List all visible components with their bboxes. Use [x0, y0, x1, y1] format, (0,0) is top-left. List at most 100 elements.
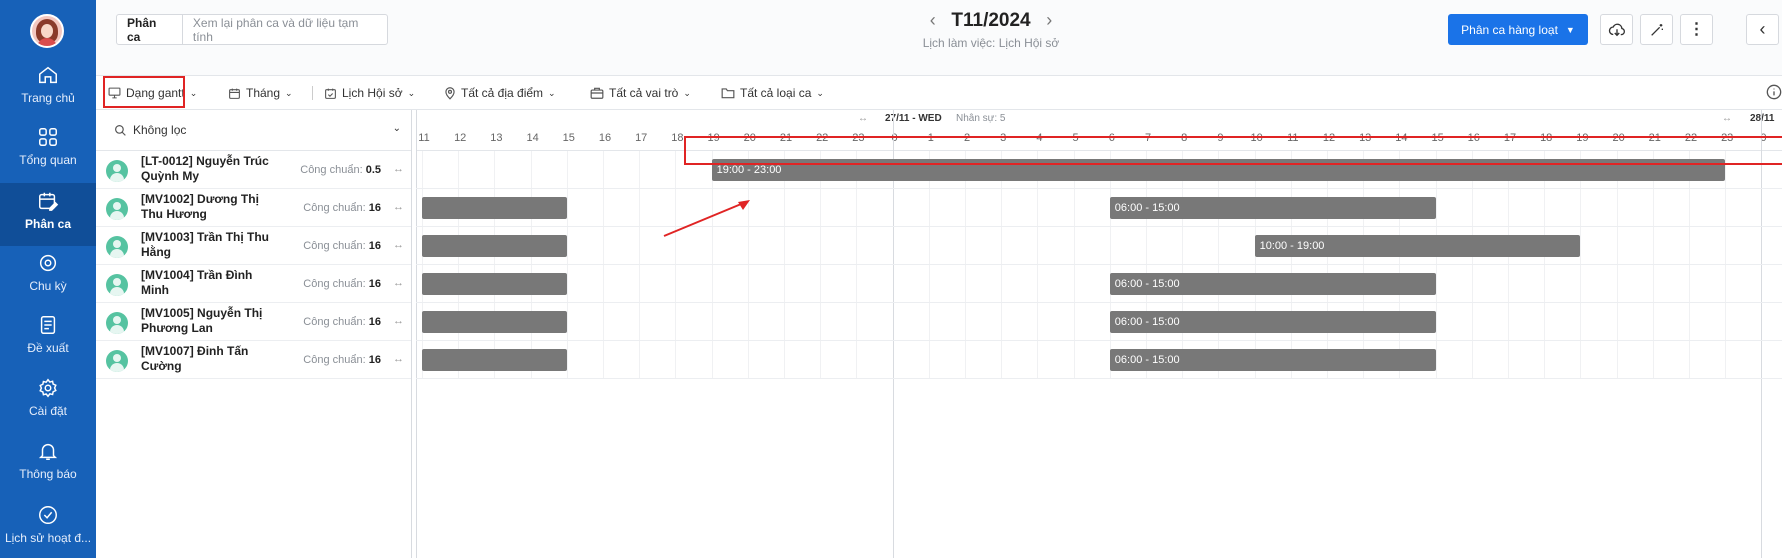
standard-value: 0.5	[365, 164, 381, 176]
prev-period-button[interactable]: ‹	[918, 10, 948, 31]
role-label: Tất cả vai trò	[609, 86, 679, 100]
standard-value: 16	[368, 278, 381, 290]
nav-item-overview[interactable]: Tổng quan	[0, 126, 96, 182]
standard-label: Công chuẩn:	[303, 278, 366, 290]
expand-day-arrows-icon[interactable]: ↔	[858, 113, 868, 124]
employee-row[interactable]: [MV1003] Trần Thị Thu Hằng Công chuẩn: 16…	[96, 227, 411, 265]
shift-bar[interactable]	[422, 311, 567, 333]
employee-name: [MV1005] Nguyễn Thị Phương Lan	[141, 306, 263, 335]
employee-name: [LT-0012] Nguyễn Trúc Quỳnh My	[141, 154, 269, 183]
standard-workdays: Công chuẩn: 16	[303, 354, 381, 366]
expand-arrows-icon[interactable]: ↔	[393, 353, 404, 365]
standard-workdays: Công chuẩn: 16	[303, 240, 381, 252]
standard-label: Công chuẩn:	[303, 316, 366, 328]
chevron-down-icon: ⌄	[548, 87, 556, 98]
shift-bar[interactable]: 06:00 - 15:00	[1109, 273, 1436, 295]
gantt-day-header: ↔ 27/11 - WED Nhân sự: 5 ↔ 28/11	[416, 110, 1782, 128]
expand-day-arrows-icon[interactable]: ↔	[1722, 113, 1732, 124]
expand-arrows-icon[interactable]: ↔	[393, 201, 404, 213]
standard-value: 16	[368, 316, 381, 328]
info-button[interactable]	[1766, 84, 1782, 103]
standard-value: 16	[368, 354, 381, 366]
bulk-shift-button[interactable]: Phân ca hàng loạt ▼	[1448, 14, 1588, 45]
bulk-shift-label: Phân ca hàng loạt	[1461, 22, 1558, 37]
cloud-download-button[interactable]	[1600, 14, 1633, 45]
shift-bar[interactable]	[422, 273, 567, 295]
period-dropdown[interactable]: Tháng ⌄	[228, 82, 293, 104]
page-tab-box: Phân ca Xem lại phân ca và dữ liệu tạm t…	[116, 14, 388, 45]
chevron-down-icon: ⌄	[407, 87, 416, 98]
shift-bar[interactable]	[422, 235, 567, 257]
hour-tick-label: 13	[490, 132, 503, 144]
shift-type-dropdown[interactable]: Tất cả loại ca ⌄	[721, 82, 824, 104]
nav-label: Đề xuất	[27, 341, 69, 355]
bell-icon	[38, 443, 58, 460]
nav-item-settings[interactable]: Cài đặt	[0, 377, 96, 433]
location-label: Tất cả địa điểm	[461, 86, 544, 100]
nav-item-cycle[interactable]: Chu kỳ	[0, 252, 96, 308]
hour-tick-label: 11	[418, 132, 430, 144]
expand-arrows-icon[interactable]: ↔	[393, 315, 404, 327]
gantt-row	[416, 341, 1782, 379]
hour-tick-label: 14	[526, 132, 539, 144]
next-period-button[interactable]: ›	[1034, 10, 1064, 31]
collapse-panel-button[interactable]: ‹	[1746, 14, 1779, 45]
nav-label: Lịch sử hoạt đ...	[4, 531, 92, 545]
nav-item-shifts[interactable]: Phân ca	[0, 183, 96, 246]
shift-bar[interactable]: 06:00 - 15:00	[1109, 349, 1436, 371]
shift-bar[interactable]	[422, 349, 567, 371]
sidebar: Trang chủ Tổng quan Phân ca Chu kỳ Đề xu…	[0, 0, 96, 558]
nav-item-proposal[interactable]: Đề xuất	[0, 314, 96, 370]
hour-tick-label: 15	[562, 132, 575, 144]
standard-label: Công chuẩn:	[303, 202, 366, 214]
chevron-down-icon: ⌄	[683, 87, 691, 98]
employee-row[interactable]: [MV1007] Đinh Tấn Cường Công chuẩn: 16 ↔	[96, 341, 411, 379]
hour-tick-label: 16	[598, 132, 612, 144]
nav-label: Cài đặt	[28, 404, 68, 418]
magic-wand-button[interactable]	[1640, 14, 1673, 45]
standard-value: 16	[368, 202, 381, 214]
employee-row[interactable]: [MV1005] Nguyễn Thị Phương Lan Công chuẩn…	[96, 303, 411, 341]
nav-label: Thông báo	[19, 467, 77, 481]
search-icon	[115, 124, 126, 136]
standard-workdays: Công chuẩn: 0.5	[300, 164, 381, 176]
view-mode-highlight-box	[103, 76, 185, 108]
period-label: Tháng	[246, 86, 281, 100]
shift-bar[interactable]: 10:00 - 19:00	[1254, 235, 1581, 257]
cycle-icon	[39, 254, 57, 272]
employee-row[interactable]: [MV1002] Dương Thị Thu Hương Công chuẩn: …	[96, 189, 411, 227]
employee-filter[interactable]: Không lọc ⌄	[96, 110, 411, 151]
tab-subtitle: Xem lại phân ca và dữ liệu tạm tính	[192, 15, 359, 44]
employee-name: [MV1002] Dương Thị Thu Hương	[141, 192, 259, 221]
location-dropdown[interactable]: Tất cả địa điểm ⌄	[444, 82, 556, 104]
more-options-button[interactable]: ⋮	[1680, 14, 1713, 45]
nav-label: Phân ca	[24, 217, 72, 231]
expand-arrows-icon[interactable]: ↔	[393, 163, 404, 175]
nav-item-activity-history[interactable]: Lịch sử hoạt đ...	[0, 504, 96, 560]
expand-arrows-icon[interactable]: ↔	[393, 239, 404, 251]
employee-row[interactable]: [MV1004] Trần Đình Minh Công chuẩn: 16 ↔	[96, 265, 411, 303]
caret-down-icon: ▼	[1565, 24, 1575, 35]
calendar-check-icon	[325, 88, 336, 99]
standard-label: Công chuẩn:	[300, 164, 363, 176]
user-avatar[interactable]	[30, 14, 64, 48]
tab-shifts[interactable]: Phân ca	[117, 15, 183, 44]
nav-item-home[interactable]: Trang chủ	[0, 64, 96, 120]
role-dropdown[interactable]: Tất cả vai trò ⌄	[590, 82, 691, 104]
shift-bar[interactable]	[422, 197, 567, 219]
staff-count: Nhân sự: 5	[956, 113, 1006, 124]
expand-arrows-icon[interactable]: ↔	[393, 277, 404, 289]
employee-name: [MV1004] Trần Đình Minh	[141, 268, 253, 297]
hour-tick-label: 17	[635, 132, 648, 144]
standard-value: 16	[368, 240, 381, 252]
shift-bar[interactable]: 06:00 - 15:00	[1109, 197, 1436, 219]
standard-label: Công chuẩn:	[303, 354, 366, 366]
schedule-dropdown[interactable]: Lịch Hội sở ⌄	[324, 82, 415, 104]
filter-label: Không lọc	[133, 123, 187, 137]
hour-tick-label: 12	[454, 132, 467, 144]
shift-bar[interactable]: 06:00 - 15:00	[1109, 311, 1436, 333]
schedule-subtitle: Lịch làm việc: Lịch Hội sở	[922, 36, 1060, 50]
gantt-row	[416, 189, 1782, 227]
nav-item-notifications[interactable]: Thông báo	[0, 440, 96, 496]
employee-row[interactable]: [LT-0012] Nguyễn Trúc Quỳnh My Công chuẩn…	[96, 151, 411, 189]
